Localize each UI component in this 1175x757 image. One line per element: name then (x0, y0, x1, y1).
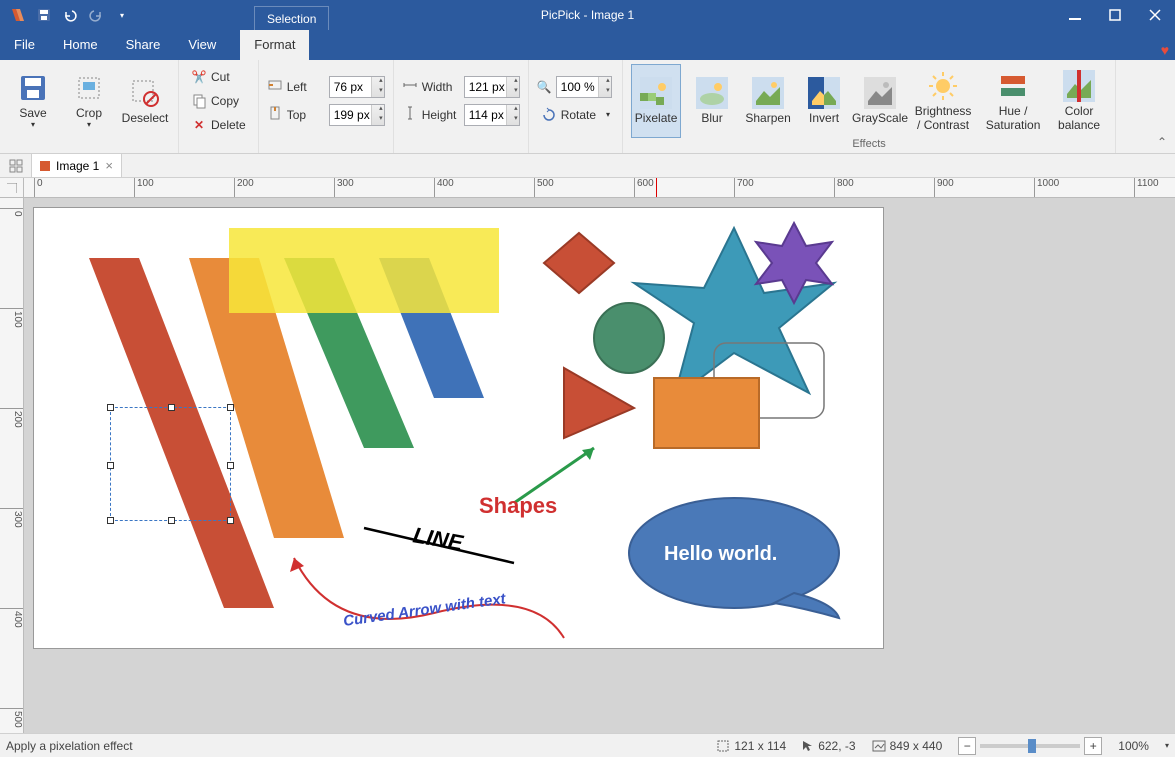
app-icon[interactable] (6, 3, 30, 27)
tab-close-icon[interactable]: × (105, 158, 113, 173)
hue-button[interactable]: Hue / Saturation (981, 64, 1045, 138)
cut-button[interactable]: ✂️Cut (187, 66, 250, 88)
ruler-vertical[interactable]: 0100200300400500 (0, 198, 24, 733)
svg-text:Curved Arrow with text: Curved Arrow with text (342, 590, 507, 630)
qat-redo-icon[interactable] (84, 3, 108, 27)
tab-title: Image 1 (56, 159, 99, 173)
deselect-icon (129, 77, 161, 109)
brightness-icon (927, 70, 959, 102)
invert-icon (808, 77, 840, 109)
sel-handle-nw[interactable] (107, 404, 114, 411)
rotate-button[interactable]: Rotate ▾ (537, 104, 614, 126)
ribbon: Save▾ Crop▾ Deselect ✂️Cut Copy ✕Delete … (0, 60, 1175, 154)
menu-home[interactable]: Home (49, 30, 112, 60)
window-title: PicPick - Image 1 (541, 8, 634, 22)
effects-group-label: Effects (631, 138, 1107, 151)
document-tabbar: Image 1 × (0, 154, 1175, 178)
zoom-track[interactable] (980, 744, 1080, 748)
sel-handle-se[interactable] (227, 517, 234, 524)
sel-handle-w[interactable] (107, 462, 114, 469)
status-cursor-pos: 622, -3 (802, 739, 855, 753)
crop-icon (73, 72, 105, 104)
hue-icon (997, 70, 1029, 102)
menubar: File Home Share View Format ♥ (0, 30, 1175, 60)
top-input[interactable] (329, 104, 385, 126)
maximize-button[interactable] (1095, 0, 1135, 30)
left-input[interactable] (329, 76, 385, 98)
zoom-thumb[interactable] (1028, 739, 1036, 753)
titlebar: ▾ Selection PicPick - Image 1 (0, 0, 1175, 30)
thumbnails-button[interactable] (0, 154, 32, 177)
canvas[interactable]: Shapes LINE Curved Arrow with text Hello… (34, 208, 883, 648)
sel-handle-s[interactable] (168, 517, 175, 524)
grayscale-icon (864, 77, 896, 109)
scissors-icon: ✂️ (191, 69, 207, 85)
rotate-icon (541, 107, 557, 123)
blur-icon (696, 77, 728, 109)
copy-icon (191, 93, 207, 109)
ruler-horizontal[interactable]: 010020030040050060070080090010001100 (24, 178, 1175, 198)
tab-color-icon (40, 161, 50, 171)
deselect-button[interactable]: Deselect (120, 64, 170, 138)
delete-button[interactable]: ✕Delete (187, 114, 250, 136)
colorbalance-button[interactable]: Color balance (1051, 64, 1107, 138)
brightness-button[interactable]: Brightness / Contrast (911, 64, 975, 138)
sel-handle-n[interactable] (168, 404, 175, 411)
colorbalance-icon (1063, 70, 1095, 102)
pos-top-icon (267, 105, 283, 124)
qat-save-icon[interactable] (32, 3, 56, 27)
zoom-in-button[interactable]: + (1084, 737, 1102, 755)
width-input[interactable] (464, 76, 520, 98)
menu-share[interactable]: Share (112, 30, 175, 60)
sel-handle-sw[interactable] (107, 517, 114, 524)
sharpen-icon (752, 77, 784, 109)
zoom-input[interactable] (556, 76, 612, 98)
ruler-corner[interactable] (0, 178, 24, 198)
magnifier-icon: 🔍 (537, 80, 552, 94)
sharpen-button[interactable]: Sharpen (743, 64, 793, 138)
pixelate-button[interactable]: Pixelate (631, 64, 681, 138)
minimize-button[interactable] (1055, 0, 1095, 30)
crop-button[interactable]: Crop▾ (64, 64, 114, 138)
status-hint: Apply a pixelation effect (6, 739, 133, 753)
blur-button[interactable]: Blur (687, 64, 737, 138)
height-icon (402, 105, 418, 124)
svg-text:Shapes: Shapes (479, 493, 557, 518)
height-input[interactable] (464, 104, 520, 126)
pixelate-icon (640, 77, 672, 109)
sel-handle-ne[interactable] (227, 404, 234, 411)
sel-handle-e[interactable] (227, 462, 234, 469)
qat-undo-icon[interactable] (58, 3, 82, 27)
statusbar: Apply a pixelation effect 121 x 114 622,… (0, 733, 1175, 757)
save-button[interactable]: Save▾ (8, 64, 58, 138)
collapse-ribbon-icon[interactable]: ⌃ (1157, 135, 1167, 149)
status-image-size: 849 x 440 (872, 739, 943, 753)
canvas-viewport[interactable]: Shapes LINE Curved Arrow with text Hello… (24, 198, 1175, 733)
close-button[interactable] (1135, 0, 1175, 30)
svg-text:LINE: LINE (411, 522, 466, 556)
ruler-cursor-marker (656, 178, 657, 197)
width-icon (402, 77, 418, 96)
qat-more-icon[interactable]: ▾ (110, 3, 134, 27)
zoom-slider[interactable]: − + (958, 737, 1102, 755)
menu-view[interactable]: View (174, 30, 230, 60)
save-icon (17, 72, 49, 104)
selection-rectangle[interactable] (110, 407, 231, 521)
context-tab-label: Selection (254, 6, 329, 30)
copy-button[interactable]: Copy (187, 90, 250, 112)
menu-file[interactable]: File (0, 30, 49, 60)
zoom-dropdown-icon[interactable]: ▾ (1165, 741, 1169, 750)
status-selection-size: 121 x 114 (716, 739, 786, 753)
svg-text:Hello world.: Hello world. (664, 543, 777, 565)
invert-button[interactable]: Invert (799, 64, 849, 138)
menu-format[interactable]: Format (240, 30, 309, 60)
workarea: 010020030040050060070080090010001100 010… (0, 178, 1175, 733)
document-tab[interactable]: Image 1 × (32, 154, 122, 177)
pos-left-icon (267, 77, 283, 96)
grayscale-button[interactable]: GrayScale (855, 64, 905, 138)
zoom-out-button[interactable]: − (958, 737, 976, 755)
status-zoom: 100% (1118, 739, 1149, 753)
heart-icon[interactable]: ♥ (1161, 42, 1169, 58)
delete-icon: ✕ (191, 117, 207, 133)
